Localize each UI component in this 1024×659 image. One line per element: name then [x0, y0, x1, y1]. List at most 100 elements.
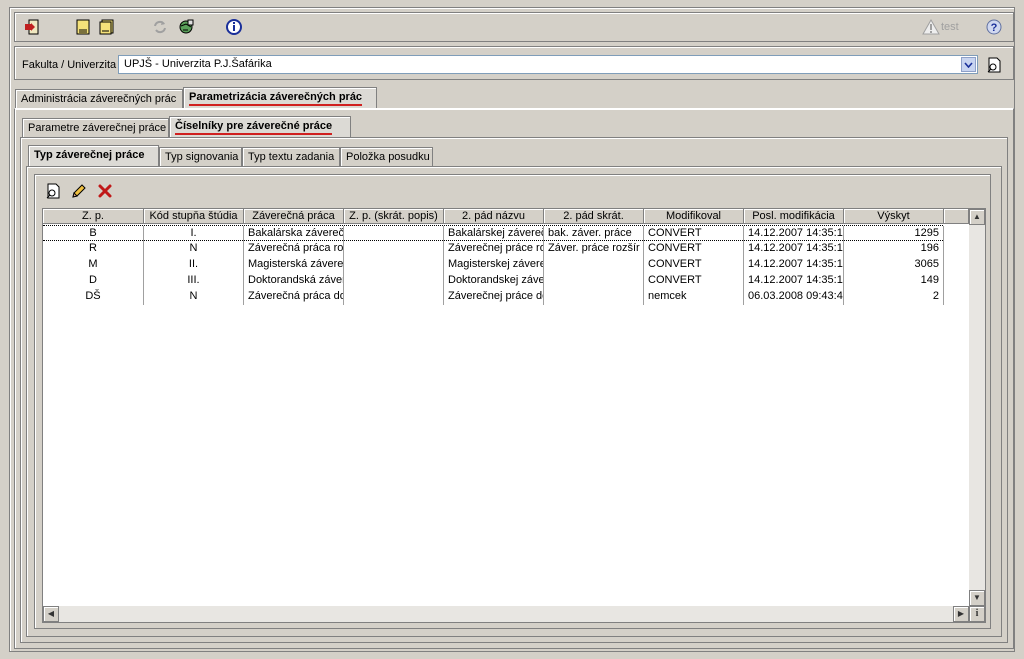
col-header-zp[interactable]: Z. p. — [43, 209, 144, 224]
horizontal-scrollbar[interactable]: ◀ ▶ — [43, 606, 969, 622]
cell-zaverecna-praca: Magisterská záverečná — [244, 257, 344, 273]
table-row[interactable]: DŠ N Záverečná práca dokt Záverečnej prá… — [43, 289, 944, 305]
cell-zp: R — [43, 241, 144, 257]
scroll-up-icon[interactable]: ▲ — [969, 209, 985, 225]
svg-text:?: ? — [991, 22, 998, 34]
document-icon[interactable] — [72, 16, 94, 38]
cell-skrat-popis — [344, 289, 444, 305]
tab-parametrizacia-label: Parametrizácia záverečných prác — [189, 91, 363, 106]
cell-kod-stupna: III. — [144, 273, 244, 289]
col-header-2-pad-nazvu[interactable]: 2. pád názvu — [444, 209, 544, 224]
table-row[interactable]: D III. Doktorandská záverečná Doktorands… — [43, 273, 944, 289]
tab-parametrizacia[interactable]: Parametrizácia záverečných prác — [183, 87, 377, 109]
cell-2-pad-skrat: Záver. práce rozšír — [544, 241, 644, 257]
cell-2-pad-nazvu: Záverečnej práce rozš — [444, 241, 544, 257]
cell-modifikoval: CONVERT — [644, 273, 744, 289]
edit-pencil-icon[interactable] — [68, 180, 90, 202]
tab-typ-signovania[interactable]: Typ signovania — [159, 147, 242, 167]
cell-posl-modifikacia: 14.12.2007 14:35:17 — [744, 226, 844, 242]
data-grid[interactable]: Z. p. Kód stupňa štúdia Záverečná práca … — [42, 208, 986, 623]
cell-zaverecna-praca: Záverečná práca dokt — [244, 289, 344, 305]
cell-vyskyt: 2 — [844, 289, 944, 305]
cell-2-pad-skrat — [544, 257, 644, 273]
vertical-scrollbar[interactable]: ▲ ▼ — [969, 209, 985, 606]
cell-2-pad-skrat — [544, 289, 644, 305]
cell-modifikoval: nemcek — [644, 289, 744, 305]
col-header-modifikoval[interactable]: Modifikoval — [644, 209, 744, 224]
tab-administracia[interactable]: Administrácia záverečných prác — [15, 89, 183, 109]
table-row[interactable]: M II. Magisterská záverečná Magisterskej… — [43, 257, 944, 273]
grid-header: Z. p. Kód stupňa štúdia Záverečná práca … — [43, 209, 969, 224]
chevron-down-icon[interactable] — [961, 57, 976, 72]
cell-2-pad-nazvu: Bakalárskej záverečnej — [444, 226, 544, 242]
tab-polozka-posudku[interactable]: Položka posudku — [340, 147, 433, 167]
faculty-label: Fakulta / Univerzita — [22, 59, 117, 71]
cell-zp: M — [43, 257, 144, 273]
col-header-posl-modifikacia[interactable]: Posl. modifikácia — [744, 209, 844, 224]
tab-typ-zaverecnej-prace-label: Typ záverečnej práce — [34, 149, 145, 161]
cell-kod-stupna: II. — [144, 257, 244, 273]
info-icon[interactable] — [223, 16, 245, 38]
test-label: test — [941, 21, 959, 33]
cell-2-pad-skrat: bak. záver. práce — [544, 226, 644, 242]
tab-polozka-posudku-label: Položka posudku — [346, 151, 430, 163]
cell-skrat-popis — [344, 241, 444, 257]
tab-ciselniky-label: Číselníky pre záverečné práce — [175, 120, 333, 135]
tab-typ-signovania-label: Typ signovania — [165, 151, 239, 163]
exit-icon[interactable] — [21, 16, 43, 38]
cell-2-pad-nazvu: Magisterskej záverečnej — [444, 257, 544, 273]
tab-ciselniky[interactable]: Číselníky pre záverečné práce — [169, 116, 351, 138]
cell-modifikoval: CONVERT — [644, 226, 744, 242]
grid-info-icon[interactable]: i — [969, 606, 985, 622]
documents-icon[interactable] — [96, 16, 118, 38]
table-row[interactable]: B I. Bakalárska záverečná Bakalárskej zá… — [43, 225, 944, 242]
cell-posl-modifikacia: 06.03.2008 09:43:48 — [744, 289, 844, 305]
col-header-2-pad-skrat[interactable]: 2. pád skrát. — [544, 209, 644, 224]
cell-vyskyt: 196 — [844, 241, 944, 257]
add-record-icon[interactable] — [42, 180, 64, 202]
cell-modifikoval: CONVERT — [644, 257, 744, 273]
cell-zp: B — [43, 226, 144, 242]
col-header-skrat-popis[interactable]: Z. p. (skrát. popis) — [344, 209, 444, 224]
tab-parametre[interactable]: Parametre záverečnej práce — [22, 118, 169, 138]
cell-2-pad-nazvu: Záverečnej práce dokt — [444, 289, 544, 305]
cell-kod-stupna: I. — [144, 226, 244, 242]
cell-kod-stupna: N — [144, 241, 244, 257]
scroll-right-icon[interactable]: ▶ — [953, 606, 969, 622]
cell-vyskyt: 1295 — [844, 226, 944, 242]
refresh-icon[interactable] — [149, 16, 171, 38]
tab-typ-zaverecnej-prace[interactable]: Typ záverečnej práce — [28, 145, 159, 167]
scroll-left-icon[interactable]: ◀ — [43, 606, 59, 622]
tab-typ-textu-zadania-label: Typ textu zadania — [248, 151, 335, 163]
tab-parametre-label: Parametre záverečnej práce — [28, 122, 167, 134]
cell-zaverecna-praca: Bakalárska záverečná — [244, 226, 344, 242]
search-document-icon[interactable] — [983, 54, 1005, 76]
cell-kod-stupna: N — [144, 289, 244, 305]
cell-posl-modifikacia: 14.12.2007 14:35:17 — [744, 273, 844, 289]
col-header-vyskyt[interactable]: Výskyt — [844, 209, 944, 224]
cell-skrat-popis — [344, 226, 444, 242]
scroll-down-icon[interactable]: ▼ — [969, 590, 985, 606]
tab-administracia-label: Administrácia záverečných prác — [21, 93, 177, 105]
cell-modifikoval: CONVERT — [644, 241, 744, 257]
cell-zaverecna-praca: Záverečná práca rozš — [244, 241, 344, 257]
cell-zaverecna-praca: Doktorandská záverečná — [244, 273, 344, 289]
table-row[interactable]: R N Záverečná práca rozš Záverečnej prác… — [43, 241, 944, 257]
col-header-kod-stupna[interactable]: Kód stupňa štúdia — [144, 209, 244, 224]
cell-vyskyt: 149 — [844, 273, 944, 289]
col-header-filler — [944, 209, 969, 224]
cell-zp: DŠ — [43, 289, 144, 305]
cell-posl-modifikacia: 14.12.2007 14:35:17 — [744, 257, 844, 273]
help-icon[interactable]: ? — [983, 16, 1005, 38]
cell-posl-modifikacia: 14.12.2007 14:35:17 — [744, 241, 844, 257]
tab-typ-textu-zadania[interactable]: Typ textu zadania — [242, 147, 340, 167]
col-header-zaverecna-praca[interactable]: Záverečná práca — [244, 209, 344, 224]
delete-icon[interactable] — [94, 180, 116, 202]
test-indicator: test — [922, 18, 959, 36]
cell-zp: D — [43, 273, 144, 289]
globe-icon[interactable] — [175, 16, 197, 38]
cell-2-pad-skrat — [544, 273, 644, 289]
faculty-select[interactable]: UPJŠ - Univerzita P.J.Šafárika — [118, 55, 978, 74]
cell-vyskyt: 3065 — [844, 257, 944, 273]
cell-2-pad-nazvu: Doktorandskej záverečnej — [444, 273, 544, 289]
